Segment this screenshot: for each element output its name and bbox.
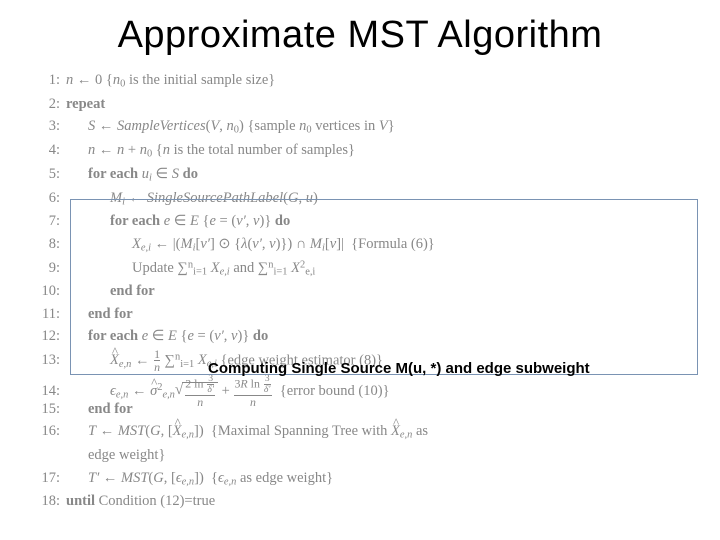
algo-line: edge weight} (28, 444, 700, 466)
algo-line: 3:S ← SampleVertices(V, n0) {sample n0 v… (28, 115, 700, 139)
algo-line: 8:Xe,i ← |(Mi[v′] ⊙ {λ(v′, v)}) ∩ Mi[v]|… (28, 233, 700, 257)
line-body: end for (66, 280, 155, 302)
algo-line: 12:for each e ∈ E {e = (v′, v)} do (28, 325, 700, 347)
line-number: 1: (28, 69, 66, 91)
algo-line: 4:n ← n + n0 {n is the total number of s… (28, 139, 700, 163)
algo-line: 1:n ← 0 {n0 is the initial sample size} (28, 69, 700, 93)
algo-line: 5:for each ui ∈ S do (28, 163, 700, 187)
slide-title: Approximate MST Algorithm (20, 14, 700, 57)
line-number: 11: (28, 303, 66, 325)
line-number: 16: (28, 420, 66, 442)
algorithm-listing: 1:n ← 0 {n0 is the initial sample size} … (28, 69, 700, 513)
algo-line: 9:Update ∑ni=1 Xe,i and ∑ni=1 X2e,i (28, 257, 700, 281)
algo-line: 18:until Condition (12)=true (28, 490, 700, 512)
line-body: end for (66, 303, 133, 325)
line-body: n ← 0 {n0 is the initial sample size} (66, 69, 275, 93)
line-number: 18: (28, 490, 66, 512)
algo-line: 13:Xe,n ← 1n ∑ni=1 Xe,i {edge weight est… (28, 348, 700, 374)
slide: Approximate MST Algorithm 1:n ← 0 {n0 is… (0, 0, 720, 540)
line-number: 2: (28, 93, 66, 115)
line-body: T ← MST(G, [Xe,n]) {Maximal Spanning Tre… (66, 420, 428, 444)
line-number: 4: (28, 139, 66, 161)
line-body: for each ui ∈ S do (66, 163, 198, 187)
line-number: 17: (28, 467, 66, 489)
algo-line: 11:end for (28, 303, 700, 325)
line-number: 3: (28, 115, 66, 137)
line-number: 7: (28, 210, 66, 232)
algo-line: 16:T ← MST(G, [Xe,n]) {Maximal Spanning … (28, 420, 700, 444)
line-body: end for (66, 398, 133, 420)
algo-line: 6:Mi ← SingleSourcePathLabel(G, u) (28, 187, 700, 211)
line-number: 8: (28, 233, 66, 255)
line-body: Update ∑ni=1 Xe,i and ∑ni=1 X2e,i (66, 257, 315, 281)
line-body: n ← n + n0 {n is the total number of sam… (66, 139, 355, 163)
line-body: Xe,n ← 1n ∑ni=1 Xe,i {edge weight estima… (66, 348, 383, 374)
line-number: 9: (28, 257, 66, 279)
line-body: for each e ∈ E {e = (v′, v)} do (66, 325, 268, 347)
line-number: 13: (28, 349, 66, 371)
line-body: T′ ← MST(G, [ϵe,n]) {ϵe,n as edge weight… (66, 467, 333, 491)
algo-line: 14:ϵe,n ← σ2e,n√2 ln 3δ′n + 3R ln 3δ′n {… (28, 374, 700, 398)
line-body: edge weight} (66, 444, 165, 466)
algo-line: 7:for each e ∈ E {e = (v′, v)} do (28, 210, 700, 232)
line-body: until Condition (12)=true (66, 490, 215, 512)
line-number: 10: (28, 280, 66, 302)
line-body: Mi ← SingleSourcePathLabel(G, u) (66, 187, 318, 211)
algo-line: 17:T′ ← MST(G, [ϵe,n]) {ϵe,n as edge wei… (28, 467, 700, 491)
line-number: 5: (28, 163, 66, 185)
line-number: 6: (28, 187, 66, 209)
line-body: repeat (66, 93, 105, 115)
algo-line: 2:repeat (28, 93, 700, 115)
line-number: 15: (28, 398, 66, 420)
algo-line: 10:end for (28, 280, 700, 302)
line-body: S ← SampleVertices(V, n0) {sample n0 ver… (66, 115, 395, 139)
line-number: 12: (28, 325, 66, 347)
line-body: Xe,i ← |(Mi[v′] ⊙ {λ(v′, v)}) ∩ Mi[v]| {… (66, 233, 435, 257)
line-body: for each e ∈ E {e = (v′, v)} do (66, 210, 290, 232)
